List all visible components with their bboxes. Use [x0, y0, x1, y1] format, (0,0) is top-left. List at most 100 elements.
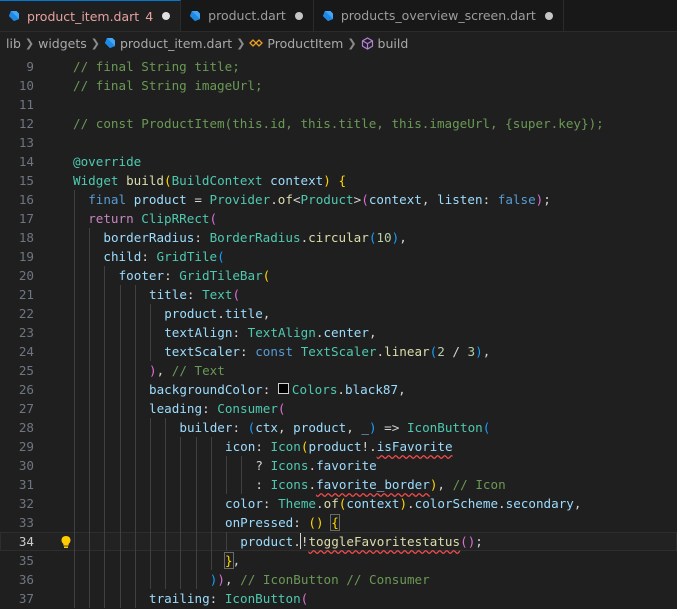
code-line[interactable]: 16 final product = Provider.of<Product>(c…	[0, 190, 677, 209]
indent-guide	[150, 456, 151, 475]
line-number: 19	[18, 249, 34, 264]
line-number: 21	[18, 287, 34, 302]
code-token: ,	[156, 363, 172, 378]
code-token: {	[330, 514, 340, 531]
code-line[interactable]: 24 textScaler: const TextScaler.linear(2 …	[0, 342, 677, 361]
code-token: .	[407, 496, 415, 511]
indent-guide	[180, 475, 182, 494]
code-line[interactable]: 33 onPressed: () {	[0, 513, 677, 532]
indent-guide	[74, 361, 75, 380]
code-line[interactable]: 35},	[0, 551, 677, 570]
code-text: // final String imageUrl;	[73, 76, 263, 95]
line-number: 29	[18, 439, 34, 454]
indent-guide	[210, 551, 212, 570]
breadcrumb-item-2[interactable]: product_item.dart	[120, 36, 232, 51]
code-token: :	[240, 344, 256, 359]
unsaved-dot-icon[interactable]	[162, 12, 171, 20]
code-token: center	[323, 325, 369, 340]
chevron-right-icon: ❯	[24, 36, 35, 50]
code-token: ,	[482, 344, 491, 359]
code-token: (	[217, 249, 225, 264]
breadcrumb-item-4[interactable]: build	[378, 36, 409, 51]
tab-products-overview-screen-dart[interactable]: products_overview_screen.dart	[314, 0, 564, 31]
code-token: ,	[421, 192, 438, 207]
code-token: colorScheme	[414, 496, 499, 511]
code-token: // Text	[171, 363, 225, 378]
code-token: product	[293, 420, 347, 435]
line-number: 17	[18, 211, 34, 226]
code-line[interactable]: 34 product.!toggleFavoritestatus();	[0, 532, 677, 551]
code-token: // const ProductItem(this.id, this.title…	[73, 116, 604, 131]
code-line[interactable]: 20 footer: GridTileBar(	[0, 266, 677, 285]
code-line[interactable]: 13	[0, 133, 677, 152]
code-token: )	[149, 363, 157, 378]
indent-guide	[150, 323, 151, 342]
indent-guide	[134, 361, 136, 380]
code-line[interactable]: 30? Icons.favorite	[0, 456, 677, 475]
code-token: backgroundColor	[149, 382, 263, 397]
tab-product-item-dart[interactable]: product_item.dart 4	[0, 0, 182, 31]
color-swatch[interactable]	[277, 383, 289, 394]
breadcrumb-item-3[interactable]: ProductItem	[267, 36, 343, 51]
code-token: Widget	[73, 173, 127, 188]
indent-guide	[74, 228, 75, 247]
indent-guide	[74, 285, 75, 304]
code-text: footer: GridTileBar(	[119, 266, 271, 285]
code-line[interactable]: 15 Widget build(BuildContext context) {	[0, 171, 677, 190]
code-token: (	[300, 591, 309, 606]
code-token: child	[103, 249, 142, 264]
indent-guide	[165, 513, 167, 532]
breadcrumb-item-0[interactable]: lib	[6, 36, 21, 51]
line-number: 14	[18, 154, 34, 169]
unsaved-dot-icon[interactable]	[544, 11, 553, 20]
code-line[interactable]: 29 icon: Icon(product!.isFavorite	[0, 437, 677, 456]
code-line[interactable]: 27 leading: Consumer(	[0, 399, 677, 418]
lightbulb-icon[interactable]	[60, 535, 72, 549]
tab-product-dart[interactable]: product.dart	[181, 0, 314, 31]
breadcrumb-item-1[interactable]: widgets	[38, 36, 87, 51]
code-line[interactable]: 17 return ClipRRect(	[0, 209, 677, 228]
code-line[interactable]: 31: Icons.favorite_border), // Icon	[0, 475, 677, 494]
code-token: ,	[437, 477, 453, 492]
code-text: final product = Provider.of<Product>(con…	[88, 190, 551, 209]
indent-guide	[119, 589, 121, 608]
code-line[interactable]: 14 @override	[0, 152, 677, 171]
code-line[interactable]: 12 // const ProductItem(this.id, this.tit…	[0, 114, 677, 133]
code-line[interactable]: 23 textAlign: TextAlign.center,	[0, 323, 677, 342]
code-line[interactable]: 21 title: Text(	[0, 285, 677, 304]
code-token: // final String title;	[73, 59, 240, 74]
code-line[interactable]: 10 // final String imageUrl;	[0, 76, 677, 95]
indent-guide	[195, 494, 197, 513]
code-line[interactable]: 19 child: GridTile(	[0, 247, 677, 266]
code-token: =	[186, 192, 210, 207]
unsaved-dot-icon[interactable]	[294, 11, 303, 20]
indent-guide	[241, 456, 243, 475]
indent-guide	[134, 513, 136, 532]
code-token: :	[186, 287, 203, 302]
indent-guide	[119, 475, 121, 494]
indent-guide	[74, 399, 75, 418]
line-number: 11	[18, 97, 34, 112]
indent-guide	[134, 285, 136, 304]
code-editor[interactable]: 9 // final String title; 10 // final String…	[0, 55, 677, 609]
code-line[interactable]: 37 trailing: IconButton(	[0, 589, 677, 608]
code-token: const	[255, 344, 301, 359]
indent-guide	[195, 456, 197, 475]
code-line[interactable]: 9 // final String title;	[0, 57, 677, 76]
code-line[interactable]: 11	[0, 95, 677, 114]
code-token: ,	[277, 420, 294, 435]
code-token: )	[323, 173, 331, 188]
code-line[interactable]: 36)), // IconButton // Consumer	[0, 570, 677, 589]
code-token: onPressed	[225, 515, 294, 530]
code-token: .	[337, 382, 345, 397]
indent-guide	[104, 551, 106, 570]
code-token: // final String imageUrl;	[73, 78, 263, 93]
code-line[interactable]: 26 backgroundColor: Colors.black87,	[0, 380, 677, 399]
code-line[interactable]: 32 color: Theme.of(context).colorScheme.s…	[0, 494, 677, 513]
code-line[interactable]: 28 builder: (ctx, product, _) => IconButt…	[0, 418, 677, 437]
chevron-right-icon: ❯	[347, 36, 357, 50]
code-line[interactable]: 18 borderRadius: BorderRadius.circular(10…	[0, 228, 677, 247]
code-line[interactable]: 22 product.title,	[0, 304, 677, 323]
code-line[interactable]: 25), // Text	[0, 361, 677, 380]
code-text: // const ProductItem(this.id, this.title…	[73, 114, 604, 133]
